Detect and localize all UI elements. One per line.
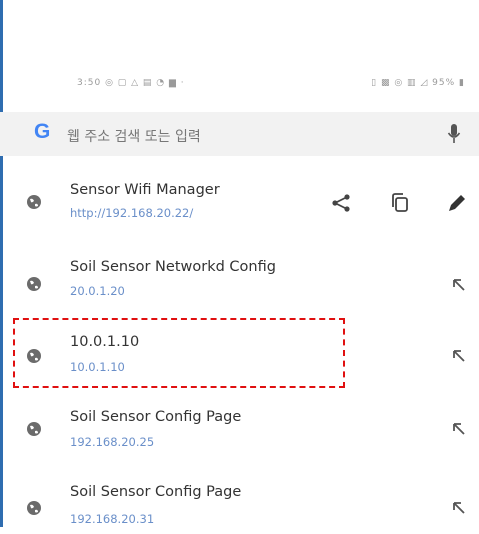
insert-arrow-icon[interactable] — [452, 278, 466, 292]
suggestion-title: Sensor Wifi Manager — [70, 182, 220, 198]
suggestion-url: 192.168.20.31 — [70, 512, 155, 526]
globe-icon — [27, 422, 41, 436]
mic-icon[interactable] — [447, 123, 461, 145]
status-left: 3:50 ◎ ▢ △ ▤ ◔ ▆ · — [77, 78, 185, 88]
suggestion-item[interactable]: Soil Sensor Networkd Config 20.0.1.20 — [0, 248, 479, 312]
suggestion-item[interactable]: Soil Sensor Config Page 192.168.20.31 — [0, 470, 479, 534]
globe-icon — [27, 277, 41, 291]
search-input[interactable]: 웹 주소 검색 또는 입력 — [67, 126, 201, 146]
status-bar: 3:50 ◎ ▢ △ ▤ ◔ ▆ · ▯ ▩ ◎ ▥ ◿ 95% ▮ — [0, 70, 479, 96]
globe-icon — [27, 501, 41, 515]
insert-arrow-icon[interactable] — [452, 422, 466, 436]
suggestion-item[interactable]: Sensor Wifi Manager http://192.168.20.22… — [0, 170, 479, 234]
share-icon[interactable] — [330, 192, 352, 214]
suggestion-title: Soil Sensor Config Page — [70, 484, 242, 500]
edit-icon[interactable] — [446, 192, 468, 214]
suggestion-url: 20.0.1.20 — [70, 284, 125, 298]
suggestion-title: Soil Sensor Config Page — [70, 409, 242, 425]
highlight-box — [13, 318, 345, 388]
suggestion-title: Soil Sensor Networkd Config — [70, 259, 276, 275]
insert-arrow-icon[interactable] — [452, 349, 466, 363]
google-logo-icon: G — [34, 120, 51, 143]
address-search-bar[interactable]: G 웹 주소 검색 또는 입력 — [0, 112, 479, 156]
suggestion-url: 192.168.20.25 — [70, 435, 155, 449]
status-right: ▯ ▩ ◎ ▥ ◿ 95% ▮ — [371, 78, 465, 88]
copy-icon[interactable] — [389, 192, 411, 214]
suggestion-item[interactable]: Soil Sensor Config Page 192.168.20.25 — [0, 397, 479, 461]
globe-icon — [27, 195, 41, 209]
suggestion-url: http://192.168.20.22/ — [70, 206, 194, 220]
insert-arrow-icon[interactable] — [452, 501, 466, 515]
